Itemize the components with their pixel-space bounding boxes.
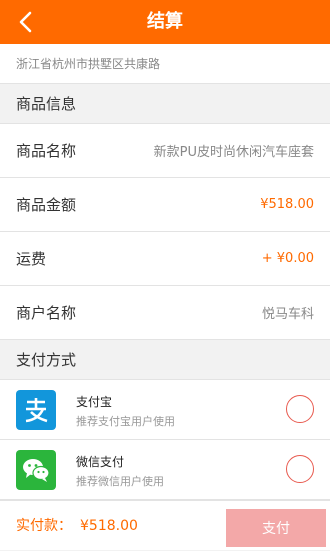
- merchant-value: 悦马车科: [261, 307, 314, 322]
- alipay-description: 推荐支付宝用户使用: [76, 415, 175, 428]
- payment-method-header: 支付方式: [0, 340, 330, 380]
- total-label: 实付款：: [16, 518, 72, 534]
- goods-name-label: 商品名称: [16, 142, 77, 160]
- goods-name-value: 新款PU皮时尚休闲汽车座套: [153, 145, 314, 160]
- goods-amount-value: ¥518.00: [260, 197, 314, 212]
- wechat-pay-name: 微信支付: [76, 455, 125, 469]
- top-bar: 结算: [0, 0, 330, 44]
- goods-amount-row: 商品金额 ¥518.00: [0, 178, 330, 232]
- goods-name-row: 商品名称 新款PU皮时尚休闲汽车座套: [0, 124, 330, 178]
- total-payment: 实付款： ¥518.00: [16, 501, 138, 551]
- checkout-footer: 实付款： ¥518.00 支付: [0, 500, 330, 550]
- payment-option-alipay[interactable]: 支付宝 推荐支付宝用户使用: [0, 380, 330, 440]
- page-title: 结算: [147, 11, 183, 32]
- alipay-radio[interactable]: [286, 395, 314, 423]
- wechat-radio[interactable]: [286, 455, 314, 483]
- shipping-value: + ¥0.00: [261, 251, 314, 266]
- goods-info-header: 商品信息: [0, 84, 330, 124]
- pay-button[interactable]: 支付: [226, 509, 326, 547]
- wechat-icon: [16, 450, 56, 490]
- alipay-icon: [16, 390, 56, 430]
- goods-amount-label: 商品金额: [16, 196, 77, 214]
- merchant-row: 商户名称 悦马车科: [0, 286, 330, 340]
- shipping-label: 运费: [16, 250, 47, 268]
- delivery-address[interactable]: 浙江省杭州市拱墅区共康路: [0, 44, 330, 84]
- total-amount: ¥518.00: [80, 518, 138, 534]
- payment-option-wechat[interactable]: 微信支付 推荐微信用户使用: [0, 440, 330, 500]
- wechat-pay-description: 推荐微信用户使用: [76, 475, 164, 488]
- shipping-row: 运费 + ¥0.00: [0, 232, 330, 286]
- merchant-label: 商户名称: [16, 304, 77, 322]
- alipay-name: 支付宝: [76, 395, 113, 409]
